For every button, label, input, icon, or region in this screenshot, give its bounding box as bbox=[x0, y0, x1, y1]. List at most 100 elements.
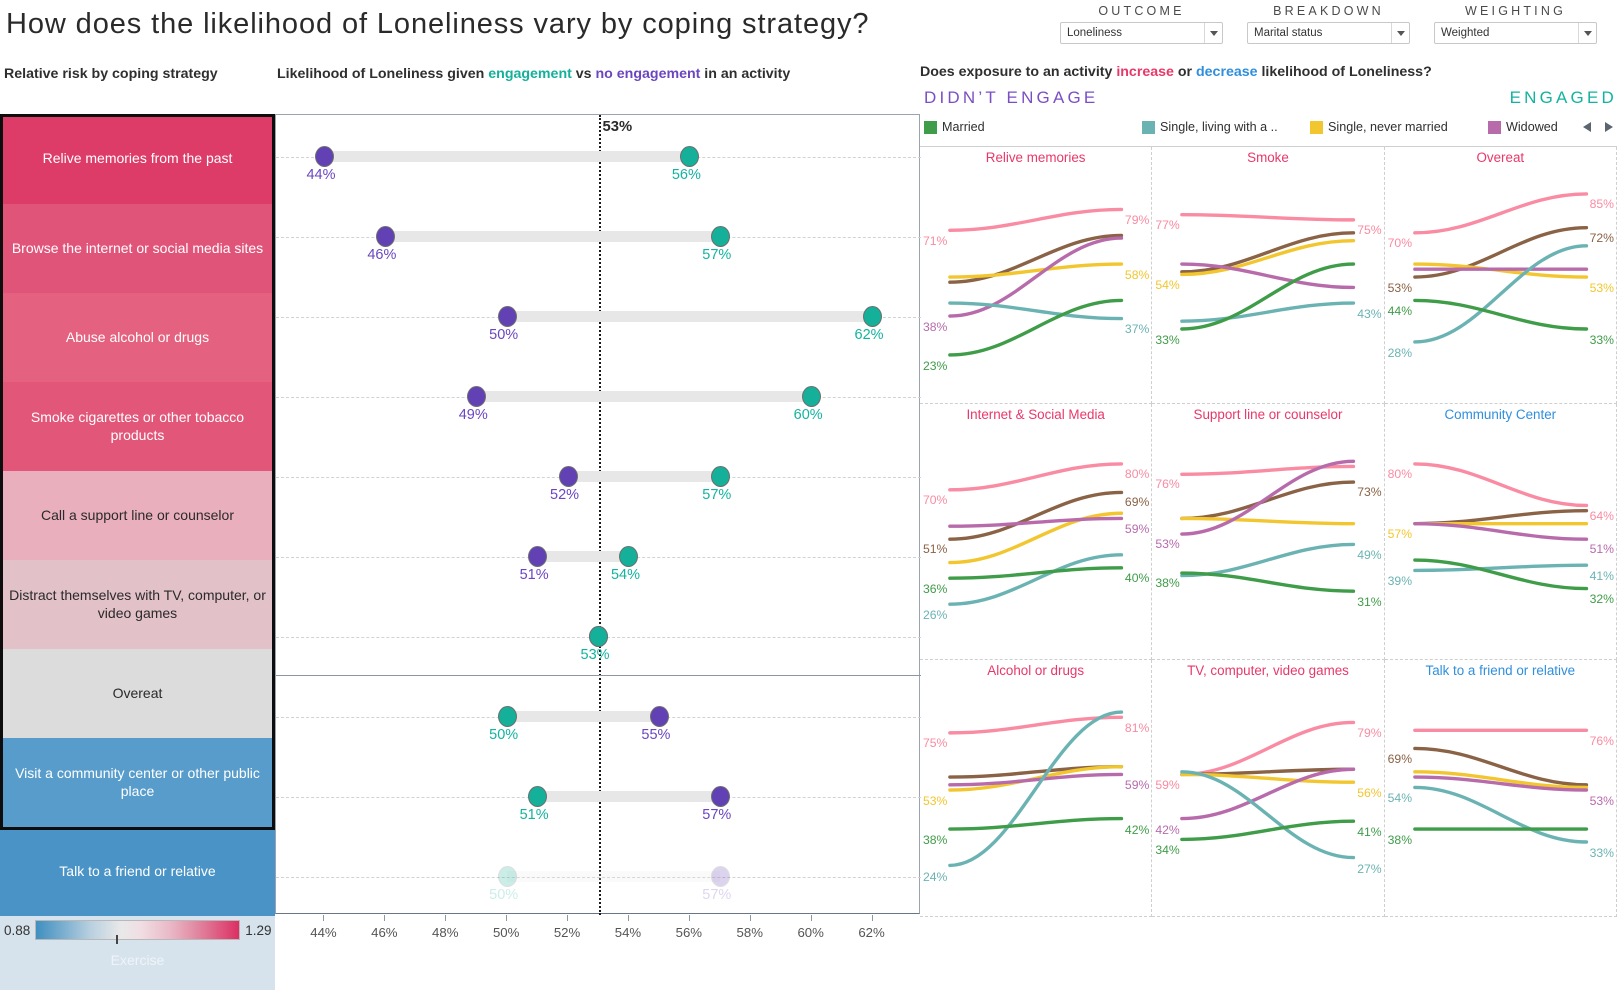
subtitle-token-engagement: engagement bbox=[488, 66, 572, 82]
heatmap-cell[interactable]: Talk to a friend or relative bbox=[0, 827, 275, 916]
dumbbell-dot-not-engaged[interactable] bbox=[497, 306, 517, 328]
didnt-engage-label: DIDN’T ENGAGE bbox=[924, 88, 1099, 107]
dumbbell-dot-engaged[interactable] bbox=[863, 306, 883, 328]
heatmap-cell[interactable]: Relive memories from the past bbox=[0, 114, 275, 204]
small-multiple-lines bbox=[948, 207, 1124, 357]
dumbbell-dot-not-engaged[interactable] bbox=[314, 146, 334, 168]
dumbbell-value-label: 55% bbox=[641, 726, 671, 743]
select-weighting[interactable]: Weighted bbox=[1434, 22, 1597, 44]
series-start-label: 77% bbox=[1155, 217, 1180, 232]
small-multiple-panel[interactable]: Smoke 77% 75% 54% 43% 33% bbox=[1152, 147, 1385, 404]
small-multiple-panel[interactable]: Overeat 70% 85% 53% 72% 53% 28% 44% 33% bbox=[1384, 147, 1617, 404]
dumbbell-dot-engaged[interactable] bbox=[710, 466, 730, 488]
dumbbell-dot-engaged[interactable] bbox=[528, 786, 548, 808]
x-tick-label: 46% bbox=[371, 925, 398, 940]
small-multiple-panel[interactable]: Alcohol or drugs 75% 81% 53% 59% 24% 38% 42% bbox=[920, 660, 1153, 917]
series-end-label: 72% bbox=[1589, 230, 1614, 245]
heatmap-cell[interactable]: Abuse alcohol or drugs bbox=[0, 293, 275, 382]
chevron-right-icon[interactable] bbox=[1605, 122, 1613, 132]
legend-item[interactable]: Married bbox=[924, 120, 985, 134]
small-multiples-panel[interactable]: DIDN’T ENGAGE ENGAGED Married Single, liv… bbox=[920, 88, 1617, 917]
select-value-weighting: Weighted bbox=[1441, 27, 1490, 39]
series-end-label: 85% bbox=[1589, 197, 1614, 212]
subtitle-left: Relative risk by coping strategy bbox=[4, 66, 218, 82]
legend-min-value: 0.88 bbox=[4, 922, 31, 938]
heatmap-cell[interactable]: Distract themselves with TV, computer, o… bbox=[0, 560, 275, 649]
select-value-outcome: Loneliness bbox=[1067, 27, 1122, 39]
series-end-label: 59% bbox=[1124, 778, 1150, 793]
dumbbell-connector bbox=[507, 311, 873, 323]
dumbbell-dot-engaged[interactable] bbox=[680, 146, 700, 168]
heatmap-cell[interactable]: Call a support line or counselor bbox=[0, 471, 275, 560]
dumbbell-chart[interactable]: 53% 44% 56% 46% 57% 50% 62% 49% 60% 52% 57% 51% 54% 5… bbox=[275, 114, 921, 915]
select-breakdown[interactable]: Marital status bbox=[1247, 22, 1410, 44]
legend-label: Single, never married bbox=[1328, 120, 1448, 134]
dumbbell-value-label: 60% bbox=[793, 406, 823, 423]
chevron-down-icon[interactable] bbox=[1391, 23, 1409, 43]
heatmap-cell[interactable]: Overeat bbox=[0, 649, 275, 738]
legend-pager[interactable] bbox=[1583, 122, 1613, 132]
chevron-down-icon[interactable] bbox=[1204, 23, 1222, 43]
series-start-label: 76% bbox=[1155, 477, 1180, 492]
select-outcome[interactable]: Loneliness bbox=[1060, 22, 1223, 44]
dumbbell-dot-engaged[interactable] bbox=[619, 546, 639, 568]
dumbbell-dot-not-engaged[interactable] bbox=[710, 786, 730, 808]
dumbbell-dot-not-engaged[interactable] bbox=[467, 386, 487, 408]
x-tick-label: 60% bbox=[797, 925, 824, 940]
chevron-left-icon[interactable] bbox=[1583, 122, 1591, 132]
dumbbell-value-label: 52% bbox=[550, 486, 580, 503]
subtitle-token-increase: increase bbox=[1116, 64, 1174, 80]
dumbbell-dot-not-engaged[interactable] bbox=[558, 466, 578, 488]
dumbbell-value-label: 50% bbox=[489, 726, 519, 743]
small-multiple-panel[interactable]: Relive memories 71% 79% 58% 38% 37% 23% bbox=[920, 147, 1153, 404]
dumbbell-dot-not-engaged[interactable] bbox=[375, 226, 395, 248]
series-end-label: 73% bbox=[1357, 485, 1382, 500]
series-start-label: 39% bbox=[1387, 573, 1413, 588]
dumbbell-dot-engaged[interactable] bbox=[497, 866, 517, 888]
dumbbell-dot-not-engaged[interactable] bbox=[649, 706, 669, 728]
dumbbell-dot-engaged[interactable] bbox=[710, 226, 730, 248]
dumbbell-dot-not-engaged[interactable] bbox=[710, 866, 730, 888]
heatmap-cell[interactable]: Smoke cigarettes or other tobacco produc… bbox=[0, 382, 275, 471]
dumbbell-value-label: 57% bbox=[702, 246, 732, 263]
legend-item[interactable]: Single, never married bbox=[1310, 120, 1448, 134]
series-end-label: 31% bbox=[1357, 594, 1382, 609]
chevron-down-icon[interactable] bbox=[1578, 23, 1596, 43]
legend-swatch bbox=[1142, 120, 1155, 134]
dumbbell-connector bbox=[324, 151, 690, 163]
legend-item[interactable]: Widowed bbox=[1488, 120, 1558, 134]
small-multiple-panel[interactable]: Support line or counselor 76% 73% 53% 49% 38%… bbox=[1152, 403, 1385, 661]
marital-status-legend[interactable]: Married Single, living with a .. Single, n… bbox=[920, 120, 1617, 140]
series-end-label: 79% bbox=[1357, 726, 1382, 741]
dumbbell-dot-not-engaged[interactable] bbox=[528, 546, 548, 568]
heatmap-cell[interactable]: Browse the internet or social media site… bbox=[0, 204, 275, 293]
dumbbell-connector bbox=[385, 231, 721, 243]
small-multiple-panel[interactable]: TV, computer, video games 59% 79% 56% 42% 27%… bbox=[1152, 660, 1385, 917]
control-label-outcome: OUTCOME bbox=[1098, 4, 1185, 18]
series-end-label: 69% bbox=[1124, 495, 1150, 510]
small-multiple-lines bbox=[1180, 212, 1356, 331]
small-multiple-panel[interactable]: Talk to a friend or relative 76% 69% 53% 54%… bbox=[1384, 660, 1617, 917]
caret-glyph bbox=[1396, 30, 1405, 36]
select-value-breakdown: Marital status bbox=[1254, 27, 1323, 39]
dumbbell-dot-engaged[interactable] bbox=[802, 386, 822, 408]
series-end-label: 27% bbox=[1357, 861, 1382, 876]
dumbbell-dot-engaged[interactable] bbox=[589, 626, 608, 648]
series-start-label: 38% bbox=[923, 319, 948, 334]
dumbbell-value-label: 50% bbox=[489, 326, 519, 343]
relative-risk-heatmap[interactable]: Relive memories from the past Browse the … bbox=[0, 114, 275, 990]
x-tick-label: 58% bbox=[736, 925, 763, 940]
small-multiple-panel[interactable]: Community Center 80% 64% 57% 51% 39% 41% 32% bbox=[1384, 403, 1617, 661]
legend-max-value: 1.29 bbox=[245, 922, 272, 938]
heatmap-cell[interactable]: Visit a community center or other public… bbox=[0, 738, 275, 827]
page-title: How does the likelihood of Loneliness va… bbox=[6, 8, 870, 40]
series-start-label: 38% bbox=[1387, 833, 1413, 848]
legend-item[interactable]: Single, living with a .. bbox=[1142, 120, 1278, 134]
series-start-label: 24% bbox=[923, 869, 948, 884]
dumbbell-dot-engaged[interactable] bbox=[497, 706, 517, 728]
legend-label: Single, living with a .. bbox=[1160, 120, 1278, 134]
dumbbell-value-label: 46% bbox=[367, 246, 397, 263]
x-tick-mark bbox=[506, 915, 508, 921]
subtitle-right-part-c: likelihood of Loneliness? bbox=[1257, 64, 1432, 80]
small-multiple-panel[interactable]: Internet & Social Media 70% 80% 51% 69% 59% 26… bbox=[920, 403, 1153, 661]
